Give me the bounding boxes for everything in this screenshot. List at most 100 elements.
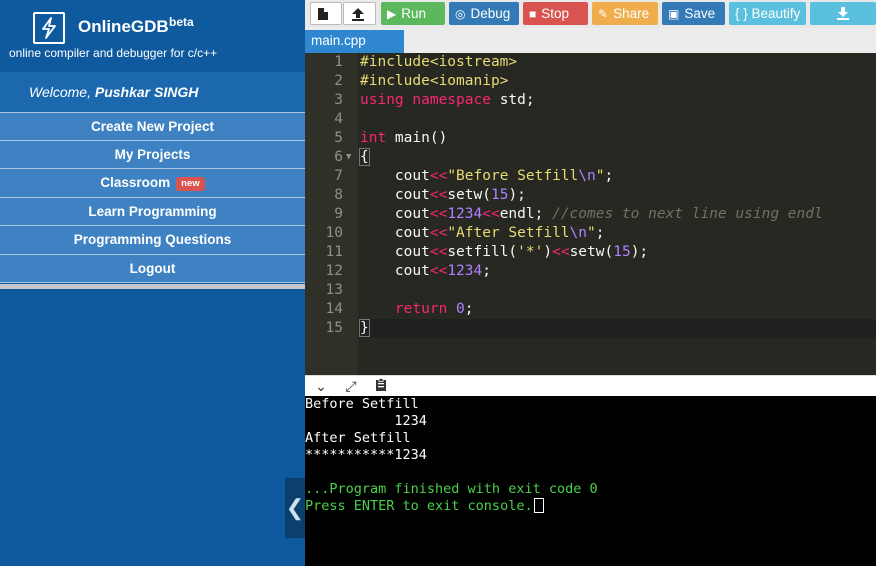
console-line: ***********1234: [305, 447, 427, 463]
line-number: 11: [325, 244, 343, 260]
code-line: cout<<1234<<endl; //comes to next line u…: [360, 205, 823, 224]
new-file-button[interactable]: [310, 2, 342, 25]
code-token: );: [630, 244, 649, 260]
code-token: cout: [360, 244, 430, 260]
sidebar: OnlineGDB beta online compiler and debug…: [0, 0, 305, 566]
beautify-button[interactable]: { } Beautify: [729, 2, 806, 25]
share-button[interactable]: ✎ Share: [592, 2, 658, 25]
brand-beta-label: beta: [169, 15, 194, 29]
console-prompt-text: Press ENTER to exit console.: [305, 498, 533, 514]
share-label: Share: [613, 6, 650, 21]
upload-icon: [352, 8, 364, 21]
code-token: 0: [456, 301, 465, 317]
code-token: <<: [429, 168, 448, 184]
code-token: #include<iostream>: [360, 54, 518, 70]
debug-label: Debug: [470, 6, 511, 21]
brand-header: OnlineGDB beta online compiler and debug…: [0, 0, 305, 72]
line-number: 14: [325, 301, 343, 317]
stop-button[interactable]: ■ Stop: [523, 2, 588, 25]
code-token: std;: [490, 92, 535, 108]
code-token: ;: [595, 225, 605, 241]
sidebar-item-create-new-project[interactable]: Create New Project: [0, 112, 305, 141]
code-line: }: [359, 319, 370, 338]
chevron-left-icon[interactable]: ❮: [285, 478, 305, 538]
new-badge: new: [176, 177, 205, 191]
sidebar-item-logout[interactable]: Logout: [0, 254, 305, 283]
run-button[interactable]: ▶ Run: [381, 2, 445, 25]
code-token: <<: [482, 206, 500, 222]
console-output[interactable]: Before Setfill 1234 After Setfill ******…: [305, 396, 876, 566]
run-label: Run: [401, 6, 426, 21]
line-number: 5: [334, 130, 343, 146]
code-token: main(): [386, 130, 448, 146]
code-token: "Before Setfill: [447, 168, 579, 184]
sidebar-item-label: Classroom: [100, 175, 171, 190]
debug-button[interactable]: ◎ Debug: [449, 2, 519, 25]
code-token: <<: [429, 206, 448, 222]
code-line: #include<iomanip>: [360, 72, 508, 91]
code-token: '*': [517, 244, 544, 260]
fold-arrow-icon[interactable]: ▼: [346, 148, 351, 167]
code-line: #include<iostream>: [360, 53, 517, 72]
brand-name[interactable]: OnlineGDB: [78, 17, 169, 37]
save-label: Save: [684, 6, 716, 21]
console-line: After Setfill: [305, 430, 411, 446]
line-number: 2: [334, 73, 343, 89]
code-token: 1234: [447, 263, 483, 279]
console-line: Before Setfill: [305, 396, 419, 412]
console-line: 1234: [305, 413, 427, 429]
console-prompt: Press ENTER to exit console.: [305, 498, 544, 515]
tab-main-cpp[interactable]: main.cpp: [305, 30, 404, 53]
line-number: 13: [325, 282, 343, 298]
code-token: ": [587, 225, 596, 241]
sidebar-item-label: Logout: [129, 260, 176, 276]
code-token: <<: [429, 187, 448, 203]
download-button[interactable]: [810, 2, 876, 25]
line-number: 6: [334, 149, 343, 165]
code-line: cout<<"After Setfill\n";: [360, 224, 605, 243]
code-token: {: [359, 148, 370, 166]
sidebar-nav: Create New Project My Projects Classroom…: [0, 112, 305, 283]
expand-icon[interactable]: ⤢: [342, 378, 360, 394]
code-token: return: [394, 301, 448, 317]
code-line: return 0;: [360, 300, 474, 319]
clipboard-icon[interactable]: [372, 378, 390, 394]
sidebar-item-my-projects[interactable]: My Projects: [0, 140, 305, 169]
line-number: 15: [325, 320, 343, 336]
code-line: cout<<"Before Setfill\n";: [360, 167, 613, 186]
sidebar-item-classroom[interactable]: Classroom new: [0, 169, 305, 198]
code-token: cout: [360, 225, 430, 241]
code-line: int main(): [360, 129, 447, 148]
save-button[interactable]: ▣ Save: [662, 2, 725, 25]
sidebar-item-programming-questions[interactable]: Programming Questions: [0, 226, 305, 255]
code-token: <<: [552, 244, 570, 260]
code-token: ): [543, 244, 553, 260]
line-number: 8: [334, 187, 343, 203]
console-exit-message: ...Program finished with exit code 0: [305, 481, 598, 497]
line-number: 9: [334, 206, 343, 222]
sidebar-item-label: Programming Questions: [73, 232, 232, 247]
code-token: 15: [613, 244, 631, 260]
code-token: setw(: [447, 187, 491, 203]
chevron-down-icon[interactable]: ⌄: [312, 378, 330, 394]
code-token: }: [359, 319, 370, 337]
sidebar-item-learn-programming[interactable]: Learn Programming: [0, 197, 305, 226]
play-icon: ▶: [387, 7, 397, 21]
code-line: {: [359, 148, 370, 167]
code-line: cout<<setfill('*')<<setw(15);: [360, 243, 648, 262]
sidebar-item-label: My Projects: [114, 146, 191, 162]
sidebar-divider: [0, 284, 305, 289]
code-line: cout<<setw(15);: [360, 186, 526, 205]
line-number: 1: [334, 54, 343, 70]
code-token: #include<iomanip>: [360, 73, 509, 89]
sidebar-item-label: Learn Programming: [88, 203, 217, 219]
code-token: setw(: [569, 244, 614, 260]
upload-button[interactable]: [343, 2, 376, 25]
code-token: <<: [429, 263, 448, 279]
bolt-icon[interactable]: [33, 12, 65, 44]
code-editor[interactable]: 1 2 3 4 5 6 ▼ 7 8 9 10 11 12 13 14 15 #i…: [305, 53, 876, 375]
file-tab-bar: main.cpp: [305, 28, 876, 53]
stop-label: Stop: [541, 6, 570, 21]
